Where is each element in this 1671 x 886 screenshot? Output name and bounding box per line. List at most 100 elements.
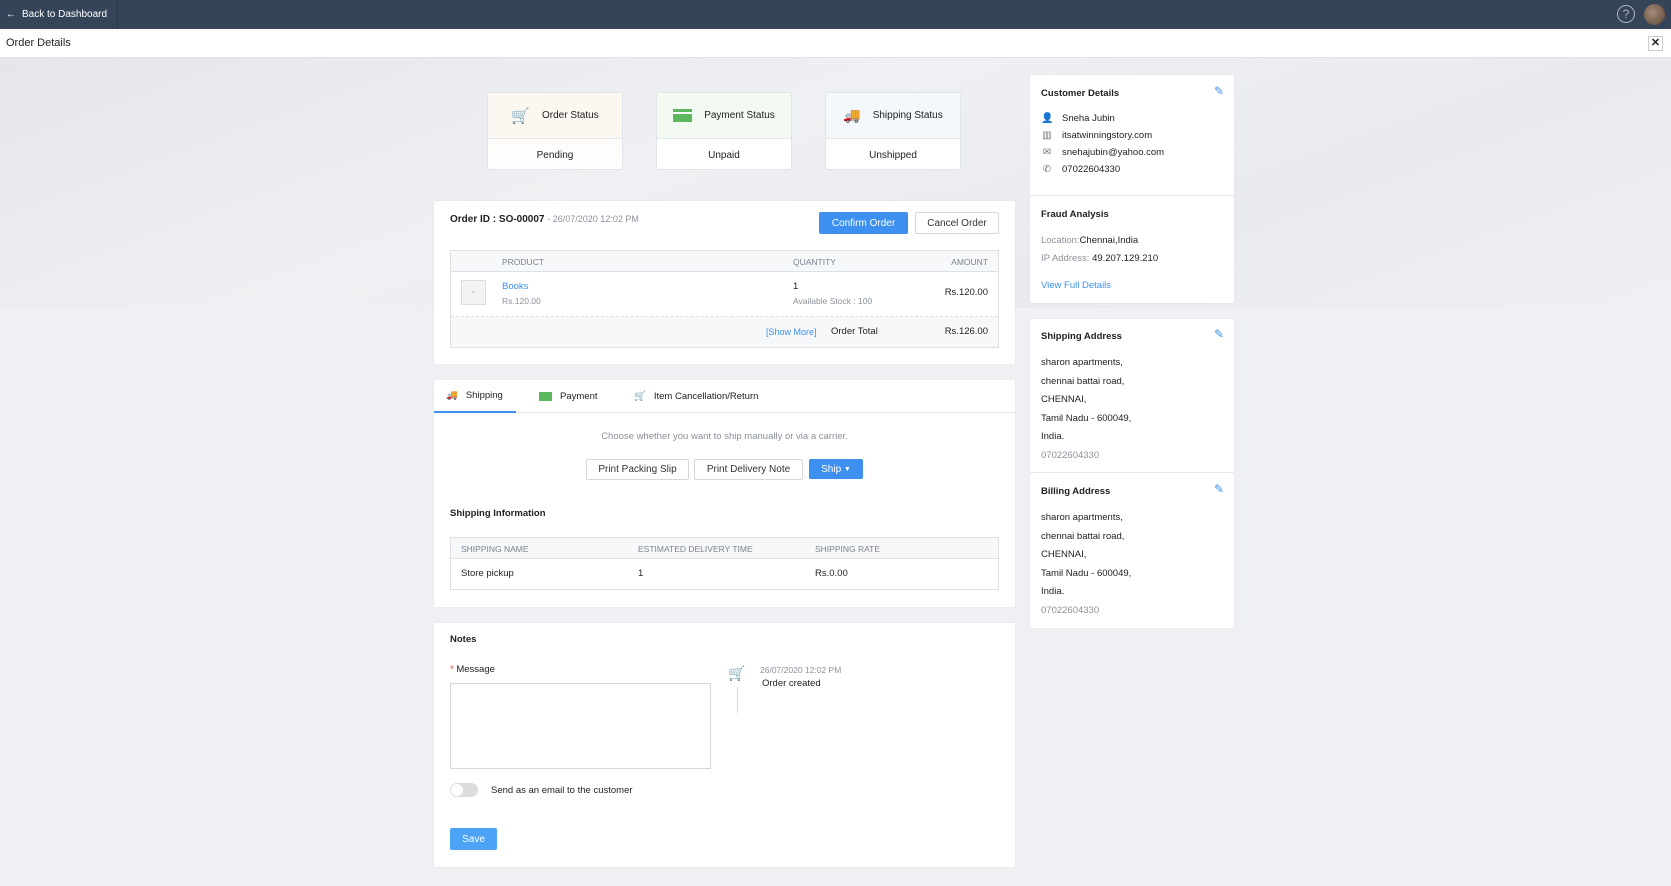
address-phone: 07022604330: [1041, 449, 1100, 461]
product-quantity: 1: [793, 281, 799, 292]
shipping-table: SHIPPING NAME ESTIMATED DELIVERY TIME SH…: [450, 537, 999, 590]
address-line: chennai battai road,: [1041, 375, 1125, 387]
address-line: sharon apartments,: [1041, 512, 1123, 523]
order-card: Order ID : SO-00007 - 26/07/2020 12:02 P…: [434, 201, 1015, 364]
order-status-value: Pending: [536, 149, 574, 161]
edit-pencil-icon[interactable]: ✎: [1214, 327, 1224, 341]
column-header-amount: AMOUNT: [951, 257, 988, 267]
notes-title: Notes: [450, 634, 477, 645]
location-label: Location:: [1041, 235, 1080, 246]
fraud-location: Location:Chennai,India: [1041, 235, 1138, 246]
cart-check-icon: 🛒: [728, 665, 746, 681]
billing-address: sharon apartments, chennai battai road, …: [1041, 512, 1131, 624]
notes-card: Notes * Message Send as an email to the …: [434, 623, 1015, 867]
card-icon: [539, 392, 552, 401]
customer-name: Sneha Jubin: [1062, 113, 1115, 124]
billing-address-title: Billing Address: [1041, 486, 1111, 497]
message-textarea[interactable]: [450, 683, 711, 769]
shipping-name: Store pickup: [461, 568, 514, 579]
payment-status-value: Unpaid: [708, 149, 740, 161]
send-email-toggle[interactable]: [450, 783, 478, 797]
customer-company: itsatwinningstory.com: [1062, 130, 1153, 141]
tab-shipping[interactable]: 🚚 Shipping: [434, 380, 516, 413]
address-line: CHENNAI,: [1041, 394, 1087, 406]
page-header: Order Details: [0, 29, 1671, 58]
timeline-line: [737, 687, 738, 713]
address-card: Shipping Address ✎ sharon apartments, ch…: [1030, 319, 1234, 628]
help-icon[interactable]: ?: [1617, 5, 1635, 23]
truck-icon: 🚚: [843, 107, 861, 123]
customer-email: snehajubin@yahoo.com: [1062, 147, 1165, 158]
tab-payment[interactable]: Payment: [539, 380, 598, 413]
message-label: * Message: [450, 664, 495, 675]
fulfillment-card: 🚚 Shipping Payment 🛒 Item Cancellation/Ret…: [434, 380, 1015, 607]
customer-details-title: Customer Details: [1041, 88, 1120, 99]
address-line: CHENNAI,: [1041, 549, 1087, 561]
divider: [1030, 472, 1234, 473]
required-marker: *: [450, 664, 454, 675]
edit-pencil-icon[interactable]: ✎: [1214, 84, 1224, 98]
address-line: India.: [1041, 431, 1065, 443]
cancel-order-button[interactable]: Cancel Order: [915, 212, 999, 234]
order-status-card: 🛒 Order Status Pending: [487, 92, 623, 170]
save-button[interactable]: Save: [450, 828, 497, 850]
table-row: ▪ Books Rs.120.00 1 Available Stock : 10…: [451, 272, 998, 317]
address-line: Tamil Nadu - 600049,: [1041, 412, 1132, 424]
page-title: Order Details: [6, 37, 71, 49]
address-line: Tamil Nadu - 600049,: [1041, 567, 1132, 579]
building-icon: ▥: [1042, 130, 1052, 141]
timeline-text: Order created: [762, 678, 821, 689]
shipping-status-card: 🚚 Shipping Status Unshipped: [825, 92, 961, 170]
fraud-ip: IP Address: 49.207.129.210: [1041, 253, 1158, 264]
address-line: chennai battai road,: [1041, 530, 1125, 542]
print-packing-slip-button[interactable]: Print Packing Slip: [586, 459, 689, 480]
mail-icon: ✉: [1042, 147, 1052, 158]
address-phone: 07022604330: [1041, 604, 1100, 616]
shipping-address-title: Shipping Address: [1041, 331, 1122, 342]
product-link[interactable]: Books: [502, 281, 528, 292]
avatar[interactable]: [1644, 4, 1665, 25]
message-label-text: Message: [456, 664, 495, 675]
close-icon[interactable]: ✕: [1648, 36, 1663, 51]
column-header: ESTIMATED DELIVERY TIME: [638, 544, 753, 554]
order-total-label: Order Total: [831, 326, 878, 337]
confirm-order-button[interactable]: Confirm Order: [819, 212, 908, 234]
ip-value: 49.207.129.210: [1092, 253, 1159, 264]
show-more-link[interactable]: [Show More]: [766, 327, 817, 337]
edit-pencil-icon[interactable]: ✎: [1214, 482, 1224, 496]
order-id: Order ID : SO-00007: [450, 214, 545, 225]
caret-down-icon: ▼: [843, 465, 851, 473]
arrow-left-icon: ←: [6, 9, 16, 20]
cart-cancel-icon: 🛒: [634, 391, 646, 402]
fraud-analysis-title: Fraud Analysis: [1041, 209, 1109, 220]
truck-icon: 🚚: [446, 390, 458, 401]
print-delivery-note-button[interactable]: Print Delivery Note: [694, 459, 803, 480]
location-value: Chennai,India: [1079, 235, 1139, 246]
back-to-dashboard-link[interactable]: ← Back to Dashboard: [0, 0, 118, 29]
address-line: sharon apartments,: [1041, 357, 1123, 368]
cart-check-icon: 🛒: [511, 107, 530, 125]
timeline-time: 26/07/2020 12:02 PM: [760, 665, 842, 675]
send-email-label: Send as an email to the customer: [491, 785, 633, 796]
ship-hint: Choose whether you want to ship manually…: [601, 431, 848, 442]
table-row: Store pickup 1 Rs.0.00: [451, 559, 998, 589]
view-full-details-link[interactable]: View Full Details: [1041, 280, 1111, 291]
column-header-quantity: QUANTITY: [793, 257, 836, 267]
column-header: SHIPPING NAME: [461, 544, 529, 554]
available-stock: Available Stock : 100: [793, 296, 873, 306]
tab-bar: 🚚 Shipping Payment 🛒 Item Cancellation/Ret…: [434, 380, 1015, 413]
delivery-time: 1: [638, 568, 644, 579]
order-date: - 26/07/2020 12:02 PM: [547, 214, 639, 224]
ship-dropdown-button[interactable]: Ship ▼: [809, 459, 863, 479]
shipping-address: sharon apartments, chennai battai road, …: [1041, 357, 1131, 469]
shipping-status-value: Unshipped: [869, 149, 917, 161]
product-amount: Rs.120.00: [944, 287, 988, 298]
tab-item-cancellation-return[interactable]: 🛒 Item Cancellation/Return: [634, 380, 758, 413]
column-header-product: PRODUCT: [502, 257, 545, 267]
ip-label: IP Address:: [1041, 253, 1090, 264]
product-price: Rs.120.00: [502, 296, 541, 306]
order-items-table: PRODUCT QUANTITY AMOUNT ▪ Books Rs.120.0…: [450, 250, 999, 348]
column-header: SHIPPING RATE: [815, 544, 881, 554]
phone-icon: ✆: [1042, 164, 1052, 175]
shipping-information-title: Shipping Information: [450, 508, 546, 519]
